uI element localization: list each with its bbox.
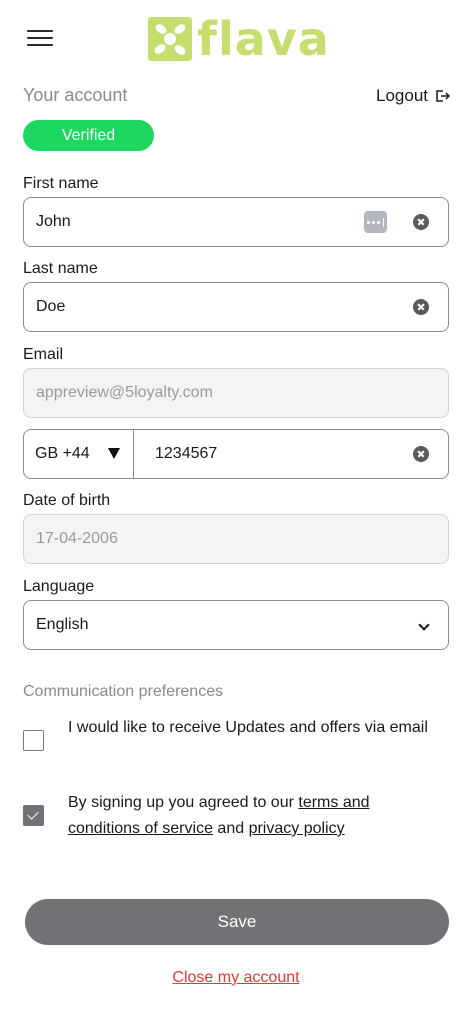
language-label: Language (23, 578, 95, 595)
status-badge: Verified (23, 120, 154, 151)
last-name-label: Last name (23, 260, 98, 277)
dob-value: 17-04-2006 (36, 530, 118, 547)
clear-icon[interactable] (413, 299, 429, 315)
updates-text: I would like to receive Updates and offe… (68, 719, 428, 736)
logout-icon (436, 90, 450, 102)
updates-checkbox[interactable] (23, 730, 44, 751)
logo-mark-icon (148, 17, 192, 61)
last-name-field[interactable]: Doe (23, 282, 449, 332)
dob-label: Date of birth (23, 492, 111, 509)
clear-icon[interactable] (413, 214, 429, 230)
phone-field[interactable]: GB +44 1234567 (23, 429, 449, 479)
privacy-link[interactable]: privacy policy (249, 820, 345, 837)
close-account-link[interactable]: Close my account (0, 969, 472, 987)
preferences-title: Communication preferences (23, 683, 224, 700)
email-field: appreview@5loyalty.com (23, 368, 449, 418)
email-label: Email (23, 346, 64, 363)
chevron-down-icon (418, 619, 430, 631)
email-value: appreview@5loyalty.com (36, 384, 213, 401)
logo-text: flava (197, 12, 330, 66)
caret-down-icon (108, 448, 120, 459)
phone-number-value: 1234567 (155, 445, 218, 462)
terms-text-middle: and (212, 820, 249, 837)
first-name-label: First name (23, 175, 99, 192)
country-code-select[interactable]: GB +44 (24, 430, 134, 478)
terms-checkbox[interactable] (23, 805, 44, 826)
language-value: English (36, 616, 89, 633)
terms-text: By signing up you agreed to our terms an… (68, 790, 438, 842)
app-header: flava (0, 0, 472, 80)
hamburger-menu-icon[interactable] (27, 29, 53, 49)
save-button[interactable]: Save (25, 899, 449, 945)
terms-text-before: By signing up you agreed to our (68, 794, 299, 811)
country-code-value: GB +44 (35, 445, 90, 462)
first-name-value: John (36, 213, 71, 230)
last-name-value: Doe (36, 298, 66, 315)
language-select[interactable]: English (23, 600, 449, 650)
page-title: Your account (23, 85, 128, 105)
first-name-field[interactable]: John (23, 197, 449, 247)
logout-label: Logout (376, 86, 428, 105)
clear-icon[interactable] (413, 446, 429, 462)
brand-logo: flava (148, 15, 330, 63)
logout-button[interactable]: Logout (376, 86, 450, 106)
password-autofill-icon[interactable] (364, 211, 387, 233)
dob-field: 17-04-2006 (23, 514, 449, 564)
